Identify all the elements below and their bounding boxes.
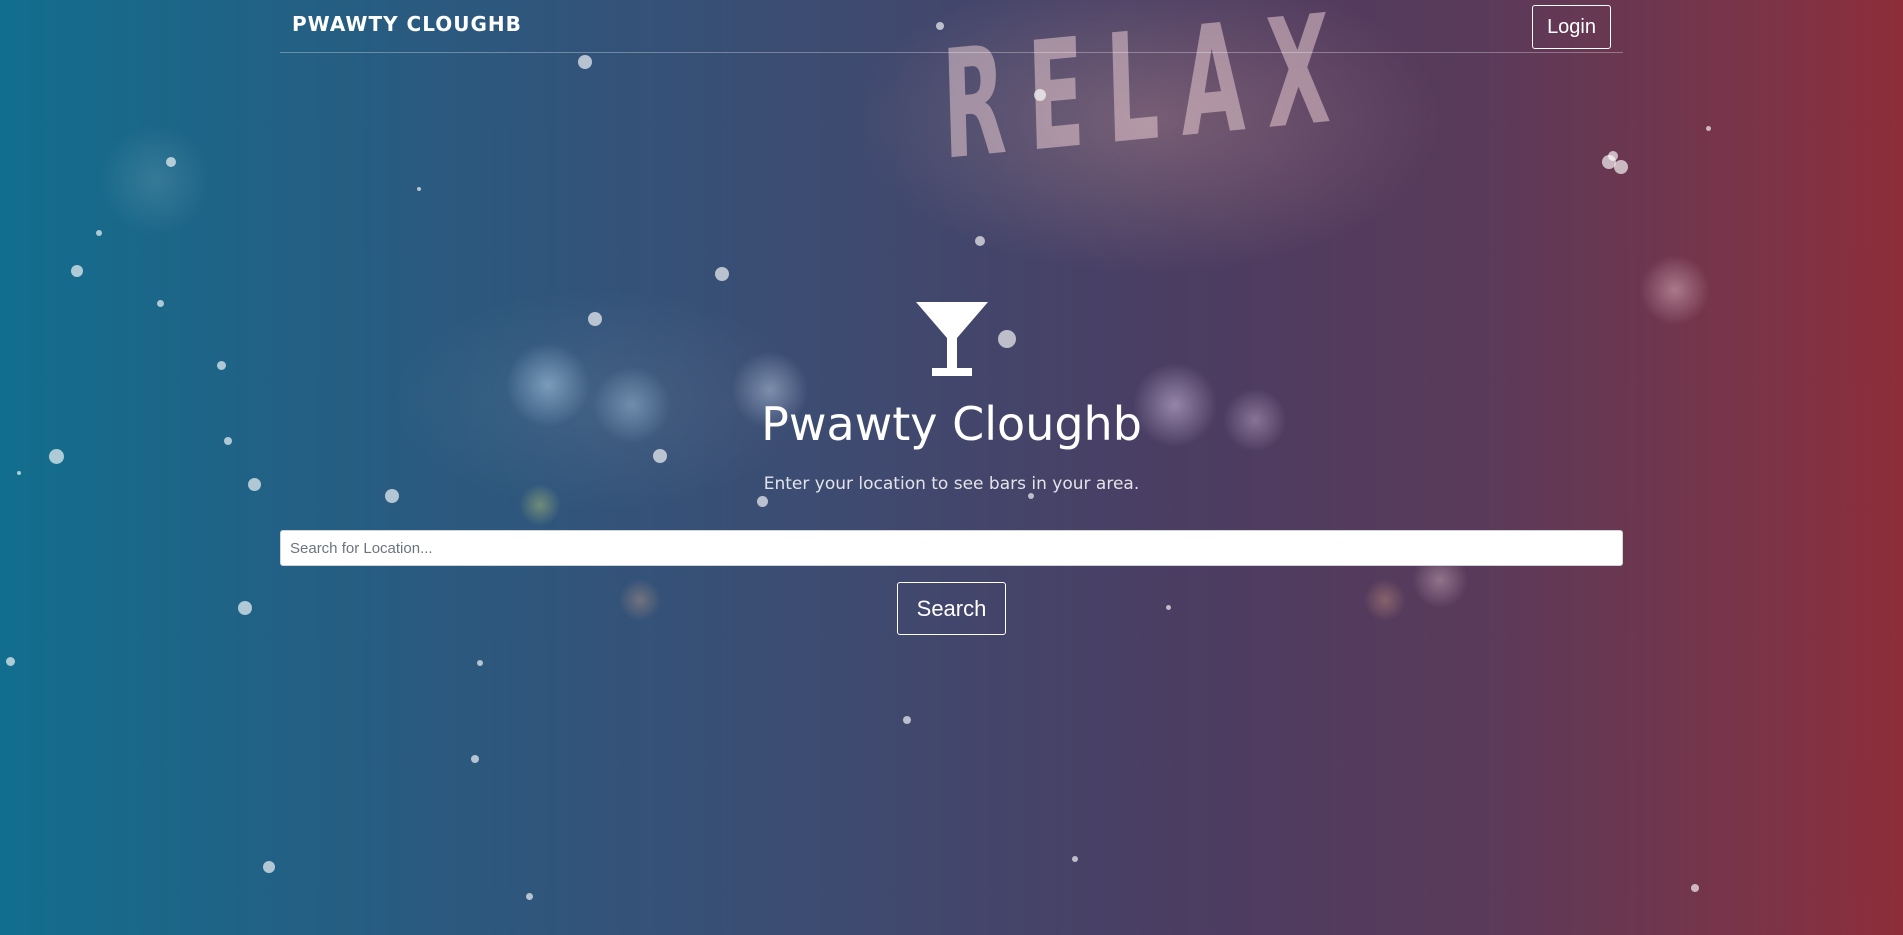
particle xyxy=(417,187,421,191)
search-button[interactable]: Search xyxy=(897,582,1006,635)
hero-section: Pwawty Cloughb Enter your location to se… xyxy=(0,300,1903,494)
particle xyxy=(166,157,176,167)
login-button[interactable]: Login xyxy=(1532,5,1611,49)
landing-page: RELAX PWAWTY CLOUGHB Login Pwawty Clough… xyxy=(0,0,1903,935)
particle xyxy=(1614,160,1628,174)
particle xyxy=(238,601,252,615)
particle xyxy=(1691,884,1699,892)
particle xyxy=(1072,856,1078,862)
particle xyxy=(1602,155,1616,169)
particle xyxy=(96,230,102,236)
particle xyxy=(1608,151,1618,161)
hero-title: Pwawty Cloughb xyxy=(761,397,1142,451)
martini-glass-icon xyxy=(915,302,988,376)
particle xyxy=(6,657,15,666)
location-search-input[interactable] xyxy=(280,530,1623,566)
particle xyxy=(1706,126,1711,131)
particle xyxy=(71,265,83,277)
particle xyxy=(471,755,479,763)
particle xyxy=(263,861,275,873)
top-navbar: PWAWTY CLOUGHB Login xyxy=(280,0,1623,53)
brand-logo[interactable]: PWAWTY CLOUGHB xyxy=(292,12,522,36)
particle xyxy=(975,236,985,246)
particle xyxy=(903,716,911,724)
particle xyxy=(757,496,768,507)
particle xyxy=(526,893,533,900)
particle xyxy=(477,660,483,666)
particle xyxy=(715,267,729,281)
particle xyxy=(1166,605,1171,610)
particle xyxy=(578,55,592,69)
particle xyxy=(1034,89,1046,101)
hero-subtitle: Enter your location to see bars in your … xyxy=(763,474,1140,494)
